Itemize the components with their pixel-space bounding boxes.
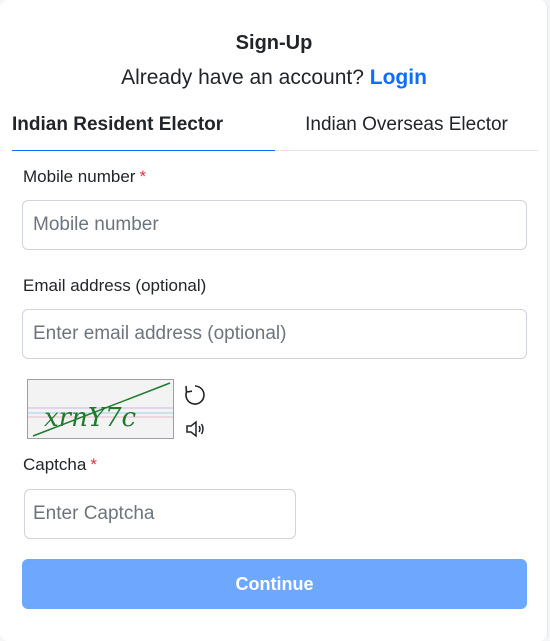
elector-tabs: Indian Resident Elector Indian Overseas …	[12, 106, 538, 151]
tab-indian-resident-elector[interactable]: Indian Resident Elector	[12, 106, 275, 151]
required-mark: *	[90, 455, 97, 474]
email-address-input[interactable]	[22, 309, 527, 359]
captcha-image: xrnY7c	[27, 379, 174, 439]
login-prompt: Already have an account? Login	[0, 66, 548, 90]
required-mark: *	[139, 167, 147, 186]
mobile-number-label-text: Mobile number	[23, 167, 136, 186]
speaker-icon[interactable]	[183, 417, 207, 441]
captcha-input[interactable]	[24, 489, 296, 539]
mobile-number-label: Mobile number *	[23, 167, 146, 187]
login-prompt-text: Already have an account?	[121, 66, 364, 89]
captcha-label-text: Captcha	[23, 455, 87, 474]
tab-indian-overseas-elector[interactable]: Indian Overseas Elector	[275, 106, 538, 151]
captcha-label: Captcha *	[23, 455, 97, 475]
signup-card: Sign-Up Already have an account? Login I…	[0, 0, 548, 641]
continue-button[interactable]: Continue	[22, 559, 527, 609]
page-title: Sign-Up	[235, 32, 313, 54]
captcha-text: xrnY7c	[44, 403, 137, 433]
mobile-number-input[interactable]	[22, 200, 527, 250]
captcha-image-drawing: xrnY7c	[28, 382, 173, 437]
login-link[interactable]: Login	[370, 66, 427, 89]
refresh-icon[interactable]	[183, 383, 207, 407]
email-address-label: Email address (optional)	[23, 276, 207, 295]
